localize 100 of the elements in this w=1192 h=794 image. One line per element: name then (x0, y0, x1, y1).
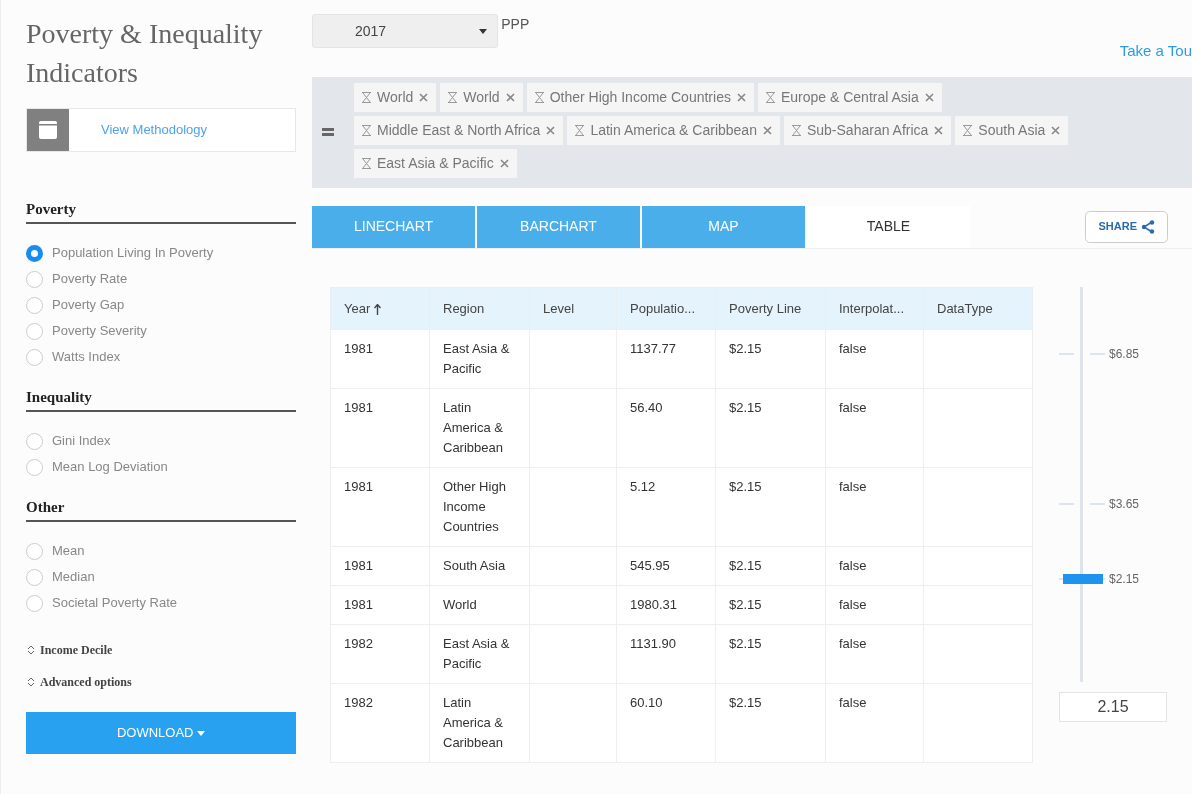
radio-button[interactable] (26, 244, 43, 262)
table-cell: 1982 (344, 695, 373, 710)
table-cell: 1981 (344, 341, 373, 356)
tick-label: $2.15 (1109, 571, 1140, 586)
table-cell: $2.15 (729, 400, 762, 415)
radio-label[interactable]: Watts Index (52, 347, 121, 367)
column-header[interactable]: Level (529, 287, 617, 330)
table-cell: $2.15 (729, 479, 762, 494)
region-chip[interactable]: World (440, 82, 523, 112)
table-cell: $2.15 (729, 597, 762, 612)
radio-button[interactable] (26, 542, 43, 560)
view-tab[interactable]: MAP (642, 205, 805, 248)
radio-button[interactable] (26, 296, 43, 314)
column-header[interactable]: DataType (923, 287, 1033, 330)
region-chip[interactable]: East Asia & Pacific (354, 148, 517, 178)
close-icon[interactable] (736, 92, 746, 102)
close-icon[interactable] (762, 125, 772, 135)
close-icon[interactable] (419, 92, 429, 102)
radio-label[interactable]: Population Living In Poverty (52, 243, 214, 263)
region-chip[interactable]: Europe & Central Asia (757, 82, 942, 112)
close-icon[interactable] (934, 125, 944, 135)
close-icon[interactable] (499, 158, 509, 168)
table-cell: false (839, 558, 867, 573)
column-header[interactable]: Poverty Line (715, 287, 826, 330)
table-cell: 1982 (344, 636, 373, 651)
radio-button[interactable] (26, 322, 43, 340)
table-cell: Latin America & Caribbean (443, 400, 503, 455)
close-icon[interactable] (1051, 125, 1061, 135)
radio-button[interactable] (26, 458, 43, 476)
table-cell: 1137.77 (630, 341, 677, 356)
tick-label: $6.85 (1109, 346, 1140, 361)
region-chip[interactable]: World (354, 82, 437, 112)
radio-button[interactable] (26, 568, 43, 586)
table-cell: East Asia & Pacific (443, 341, 510, 376)
caret-icon (479, 28, 487, 34)
document-icon (39, 121, 57, 139)
column-header[interactable]: Region (429, 287, 530, 330)
radio-button[interactable] (26, 432, 43, 450)
drag-handle-icon[interactable] (322, 128, 334, 136)
radio-label[interactable]: Mean (52, 541, 85, 561)
table-cell: $2.15 (729, 558, 762, 573)
table-cell: $2.15 (729, 636, 762, 651)
table-cell: 1981 (344, 400, 373, 415)
section-heading: Inequality (26, 388, 296, 412)
section-heading: Poverty (26, 200, 296, 224)
view-tab[interactable]: BARCHART (477, 205, 640, 248)
tour-link[interactable]: Take a Tou (1119, 40, 1192, 63)
year-dropdown[interactable]: 2017 (312, 14, 498, 48)
radio-button[interactable] (26, 270, 43, 288)
table-cell: 56.40 (630, 400, 663, 415)
table-cell: 1131.90 (630, 636, 677, 651)
radio-label[interactable]: Mean Log Deviation (52, 457, 168, 477)
close-icon[interactable] (546, 125, 556, 135)
table-cell: 60.10 (630, 695, 663, 710)
slider-thumb[interactable] (1063, 573, 1103, 584)
radio-label[interactable]: Median (52, 567, 95, 587)
share-icon (1141, 219, 1155, 234)
region-chip[interactable]: Middle East & North Africa (354, 115, 564, 145)
expander-label[interactable]: Advanced options (40, 673, 132, 691)
table-cell: 1981 (344, 558, 373, 573)
table-cell: false (839, 400, 867, 415)
table-cell: World (443, 597, 477, 612)
caret-icon (197, 731, 206, 737)
column-header[interactable]: Year (330, 287, 430, 330)
radio-label[interactable]: Poverty Rate (52, 269, 128, 289)
region-chip[interactable]: Other High Income Countries (526, 82, 754, 112)
table-cell: Other High Income Countries (443, 479, 506, 534)
table-cell: East Asia & Pacific (443, 636, 510, 671)
column-header[interactable]: Interpolat... (825, 287, 924, 330)
radio-label[interactable]: Societal Poverty Rate (52, 593, 177, 613)
share-button[interactable]: SHARE (1085, 210, 1168, 243)
table-cell: false (839, 695, 867, 710)
radio-button[interactable] (26, 348, 43, 366)
region-chip[interactable]: South Asia (955, 115, 1069, 145)
radio-label[interactable]: Gini Index (52, 431, 111, 451)
table-cell: 5.12 (630, 479, 656, 494)
region-chip[interactable]: Latin America & Caribbean (567, 115, 780, 145)
view-tab[interactable]: LINECHART (312, 205, 475, 248)
close-icon[interactable] (505, 92, 515, 102)
table-cell: false (839, 636, 867, 651)
table-cell: $2.15 (729, 341, 762, 356)
column-header[interactable]: Populatio... (616, 287, 716, 330)
table-cell: false (839, 479, 867, 494)
radio-button[interactable] (26, 594, 43, 612)
table-cell: 545.95 (630, 558, 670, 573)
methodology-link[interactable]: View Methodology (101, 120, 207, 140)
tick-label: $3.65 (1109, 496, 1140, 511)
table-cell: 1980.31 (630, 597, 677, 612)
radio-label[interactable]: Poverty Severity (52, 321, 147, 341)
radio-label[interactable]: Poverty Gap (52, 295, 125, 315)
table-cell: 1981 (344, 479, 373, 494)
section-heading: Other (26, 498, 296, 522)
close-icon[interactable] (924, 92, 934, 102)
poverty-line-field[interactable]: 2.15 (1059, 691, 1167, 722)
table-cell: South Asia (443, 558, 506, 573)
table-cell: false (839, 597, 867, 612)
page-title: Poverty & Inequality Indicators (26, 17, 264, 90)
download-button[interactable]: DOWNLOAD (26, 712, 296, 754)
expander-label[interactable]: Income Decile (40, 641, 113, 659)
region-chip[interactable]: Sub-Saharan Africa (783, 115, 952, 145)
